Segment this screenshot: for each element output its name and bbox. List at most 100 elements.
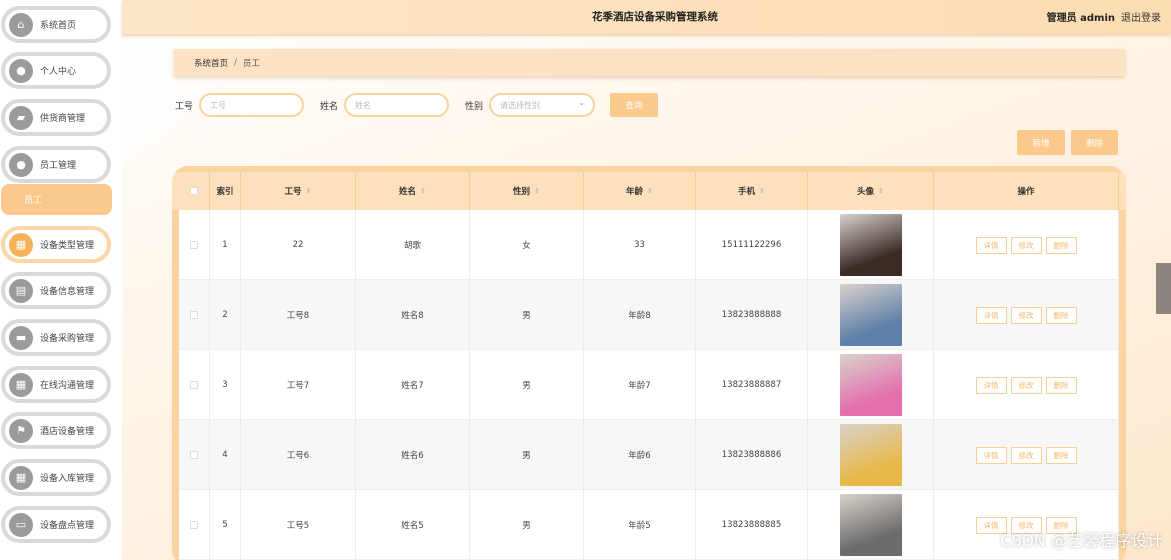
query-button[interactable]: 查询 <box>610 93 658 117</box>
sidebar-item-label: 酒店设备管理 <box>40 427 95 437</box>
avatar <box>839 354 902 416</box>
sort-icon[interactable]: ⇕ <box>534 187 540 195</box>
breadcrumb-home[interactable]: 系统首页 <box>194 57 228 69</box>
cell-avatar <box>808 210 934 280</box>
edit-button[interactable]: 修改 <box>1010 376 1042 394</box>
sort-icon[interactable]: ⇕ <box>878 187 884 195</box>
sidebar-item-4[interactable]: ▦ 设备类型管理 <box>1 226 111 263</box>
column-header: 性别 ⇕ <box>470 172 584 210</box>
sidebar-item-label: 设备类型管理 <box>40 241 95 251</box>
cell-age: 年龄8 <box>584 280 696 350</box>
delete-button[interactable]: 删除 <box>1045 236 1077 254</box>
cell-name: 胡歌 <box>356 210 470 280</box>
edit-button[interactable]: 修改 <box>1010 446 1042 464</box>
name-label: 姓名 <box>320 102 339 112</box>
delete-button[interactable]: 删除 <box>1045 306 1077 324</box>
column-header-label: 年龄 <box>626 187 644 197</box>
sidebar-item-1[interactable]: ● 个人中心 <box>1 52 111 89</box>
sidebar-item-10[interactable]: ▭ 设备盘点管理 <box>1 506 111 543</box>
grid-icon: ▦ <box>9 232 33 257</box>
id-label: 工号 <box>175 102 194 112</box>
column-header: 手机 ⇕ <box>696 172 808 210</box>
sidebar-item-2[interactable]: ▰ 供货商管理 <box>1 99 111 136</box>
sidebar-item-9[interactable]: ▦ 设备入库管理 <box>1 459 111 496</box>
cell-id: 22 <box>241 210 356 280</box>
breadcrumb: 系统首页 / 员工 <box>174 49 1125 76</box>
sort-icon[interactable]: ⇕ <box>647 187 653 195</box>
batch-delete-button[interactable]: 删除 <box>1071 130 1118 155</box>
cell-actions: 详情 修改 删除 <box>934 210 1119 280</box>
sidebar-item-label: 设备入库管理 <box>40 474 95 484</box>
sidebar-item-label: 个人中心 <box>40 67 77 77</box>
row-checkbox[interactable] <box>190 241 198 249</box>
detail-button[interactable]: 详情 <box>975 376 1007 394</box>
add-button[interactable]: 新增 <box>1017 130 1065 155</box>
cell-age: 33 <box>584 210 696 280</box>
cell-id: 工号7 <box>241 350 356 420</box>
edit-button[interactable]: 修改 <box>1010 306 1042 324</box>
cell-phone: 13823888887 <box>696 350 808 420</box>
sidebar-item-label: 在线沟通管理 <box>40 381 95 391</box>
watermark: CSDN @艺馨程序设计 <box>1000 531 1163 550</box>
sidebar-item-label: 设备采购管理 <box>40 334 95 344</box>
sidebar-item-6[interactable]: ▬ 设备采购管理 <box>1 319 111 356</box>
cell-age: 年龄7 <box>584 350 696 420</box>
delete-button[interactable]: 删除 <box>1045 376 1077 394</box>
detail-button[interactable]: 详情 <box>975 446 1007 464</box>
chat-icon: ▭ <box>9 512 33 537</box>
sort-icon[interactable]: ⇕ <box>420 187 426 195</box>
top-bar: 花季酒店设备采购管理系统 管理员 admin 退出登录 <box>122 0 1171 34</box>
cell-phone: 13823888885 <box>696 490 808 560</box>
document-icon: ▤ <box>9 278 33 303</box>
id-search-input[interactable]: 工号 <box>199 93 304 117</box>
row-checkbox[interactable] <box>190 381 198 389</box>
gender-select[interactable]: 请选择性别 ⌄ <box>489 93 595 117</box>
admin-user: 管理员 admin <box>1046 13 1115 24</box>
avatar <box>839 494 902 556</box>
sort-icon[interactable]: ⇕ <box>306 187 312 195</box>
table-row: 4 工号6 姓名6 男年龄6 13823888886 详情 修改 删除 <box>179 420 1119 490</box>
cell-index: 5 <box>210 490 241 560</box>
column-header-label: 手机 <box>738 187 756 197</box>
row-checkbox-cell <box>179 210 210 280</box>
home-icon: ⌂ <box>9 12 33 37</box>
sort-icon[interactable]: ⇕ <box>759 187 765 195</box>
cell-name: 姓名5 <box>356 490 470 560</box>
cell-id: 工号8 <box>241 280 356 350</box>
table-header: 索引 工号 ⇕ 姓名 ⇕ 性别 ⇕ 年龄 ⇕ 手机 ⇕ 头像 ⇕ 操作 <box>172 172 1126 210</box>
cell-actions: 详情 修改 删除 <box>934 350 1119 420</box>
cell-index: 4 <box>210 420 241 490</box>
logout-link[interactable]: 退出登录 <box>1121 9 1161 24</box>
sidebar-item-8[interactable]: ⚑ 酒店设备管理 <box>1 412 111 449</box>
sidebar-item-0[interactable]: ⌂ 系统首页 <box>1 6 111 43</box>
cell-id: 工号5 <box>241 490 356 560</box>
table-row: 1 22 胡歌女 33 15111122296 详情 修改 删除 <box>179 210 1119 280</box>
row-checkbox-cell <box>179 280 210 350</box>
detail-button[interactable]: 详情 <box>975 306 1007 324</box>
column-header-label: 操作 <box>1017 187 1035 197</box>
cell-name: 姓名7 <box>356 350 470 420</box>
row-checkbox[interactable] <box>190 521 198 529</box>
cell-index: 1 <box>210 210 241 280</box>
name-search-input[interactable]: 姓名 <box>344 93 449 117</box>
select-all-checkbox[interactable] <box>179 172 210 210</box>
delete-button[interactable]: 删除 <box>1045 446 1077 464</box>
checkbox[interactable] <box>190 187 198 195</box>
sidebar-item-7[interactable]: ▦ 在线沟通管理 <box>1 366 111 403</box>
cell-gender: 男 <box>470 490 584 560</box>
column-header: 操作 <box>934 172 1119 210</box>
scrollbar-thumb[interactable] <box>1156 263 1171 314</box>
table-row: 5 工号5 姓名5 男年龄5 13823888885 详情 修改 删除 <box>179 490 1119 560</box>
sidebar-subitem-employee[interactable]: 员工 <box>1 184 112 215</box>
detail-button[interactable]: 详情 <box>975 236 1007 254</box>
cell-avatar <box>808 350 934 420</box>
sidebar-item-label: 系统首页 <box>40 21 77 31</box>
edit-button[interactable]: 修改 <box>1010 236 1042 254</box>
sidebar-item-5[interactable]: ▤ 设备信息管理 <box>1 272 111 309</box>
row-checkbox[interactable] <box>190 451 198 459</box>
cell-index: 3 <box>210 350 241 420</box>
cell-age: 年龄6 <box>584 420 696 490</box>
sidebar-item-3[interactable]: ● 员工管理 <box>1 146 111 183</box>
user-icon: ● <box>9 58 33 83</box>
row-checkbox[interactable] <box>190 311 198 319</box>
